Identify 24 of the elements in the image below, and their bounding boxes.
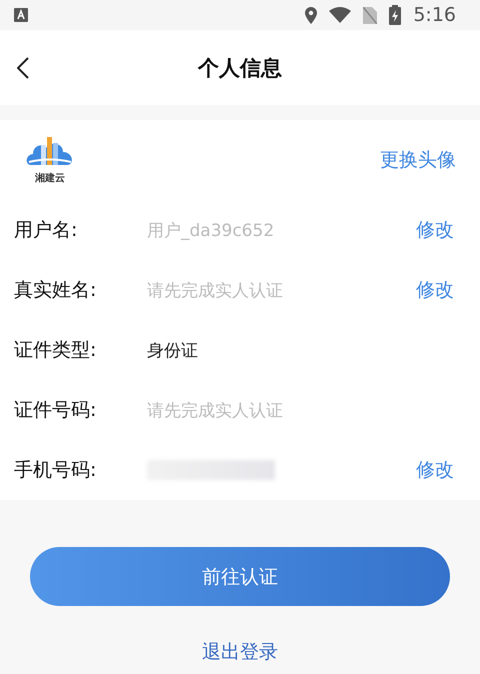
app-logo: 湘建云 bbox=[20, 135, 80, 185]
field-hint: 用户_da39c652 bbox=[147, 220, 274, 242]
battery-icon bbox=[389, 5, 402, 25]
no-sim-icon bbox=[363, 6, 378, 24]
field-label: 证件号码: bbox=[14, 398, 98, 423]
field-label: 手机号码: bbox=[14, 458, 98, 483]
field-value: 身份证 bbox=[147, 340, 198, 362]
field-hint: 请先完成实人认证 bbox=[147, 400, 283, 422]
change-avatar-link[interactable]: 更换头像 bbox=[380, 147, 456, 173]
field-label: 用户名: bbox=[14, 218, 78, 243]
logout-link[interactable]: 退出登录 bbox=[202, 639, 278, 665]
edit-link[interactable]: 修改 bbox=[416, 277, 454, 303]
page-title: 个人信息 bbox=[198, 54, 282, 82]
wifi-icon bbox=[329, 7, 352, 23]
field-label: 证件类型: bbox=[14, 338, 98, 363]
verify-button[interactable]: 前往认证 bbox=[30, 547, 450, 606]
edit-link[interactable]: 修改 bbox=[416, 457, 454, 483]
notification-icon bbox=[14, 8, 28, 22]
field-label: 真实姓名: bbox=[14, 278, 98, 303]
field-hint: 请先完成实人认证 bbox=[147, 280, 283, 302]
location-icon bbox=[305, 6, 318, 24]
edit-link[interactable]: 修改 bbox=[416, 217, 454, 243]
clock-time: 5:16 bbox=[413, 4, 456, 26]
back-icon[interactable] bbox=[17, 57, 29, 79]
